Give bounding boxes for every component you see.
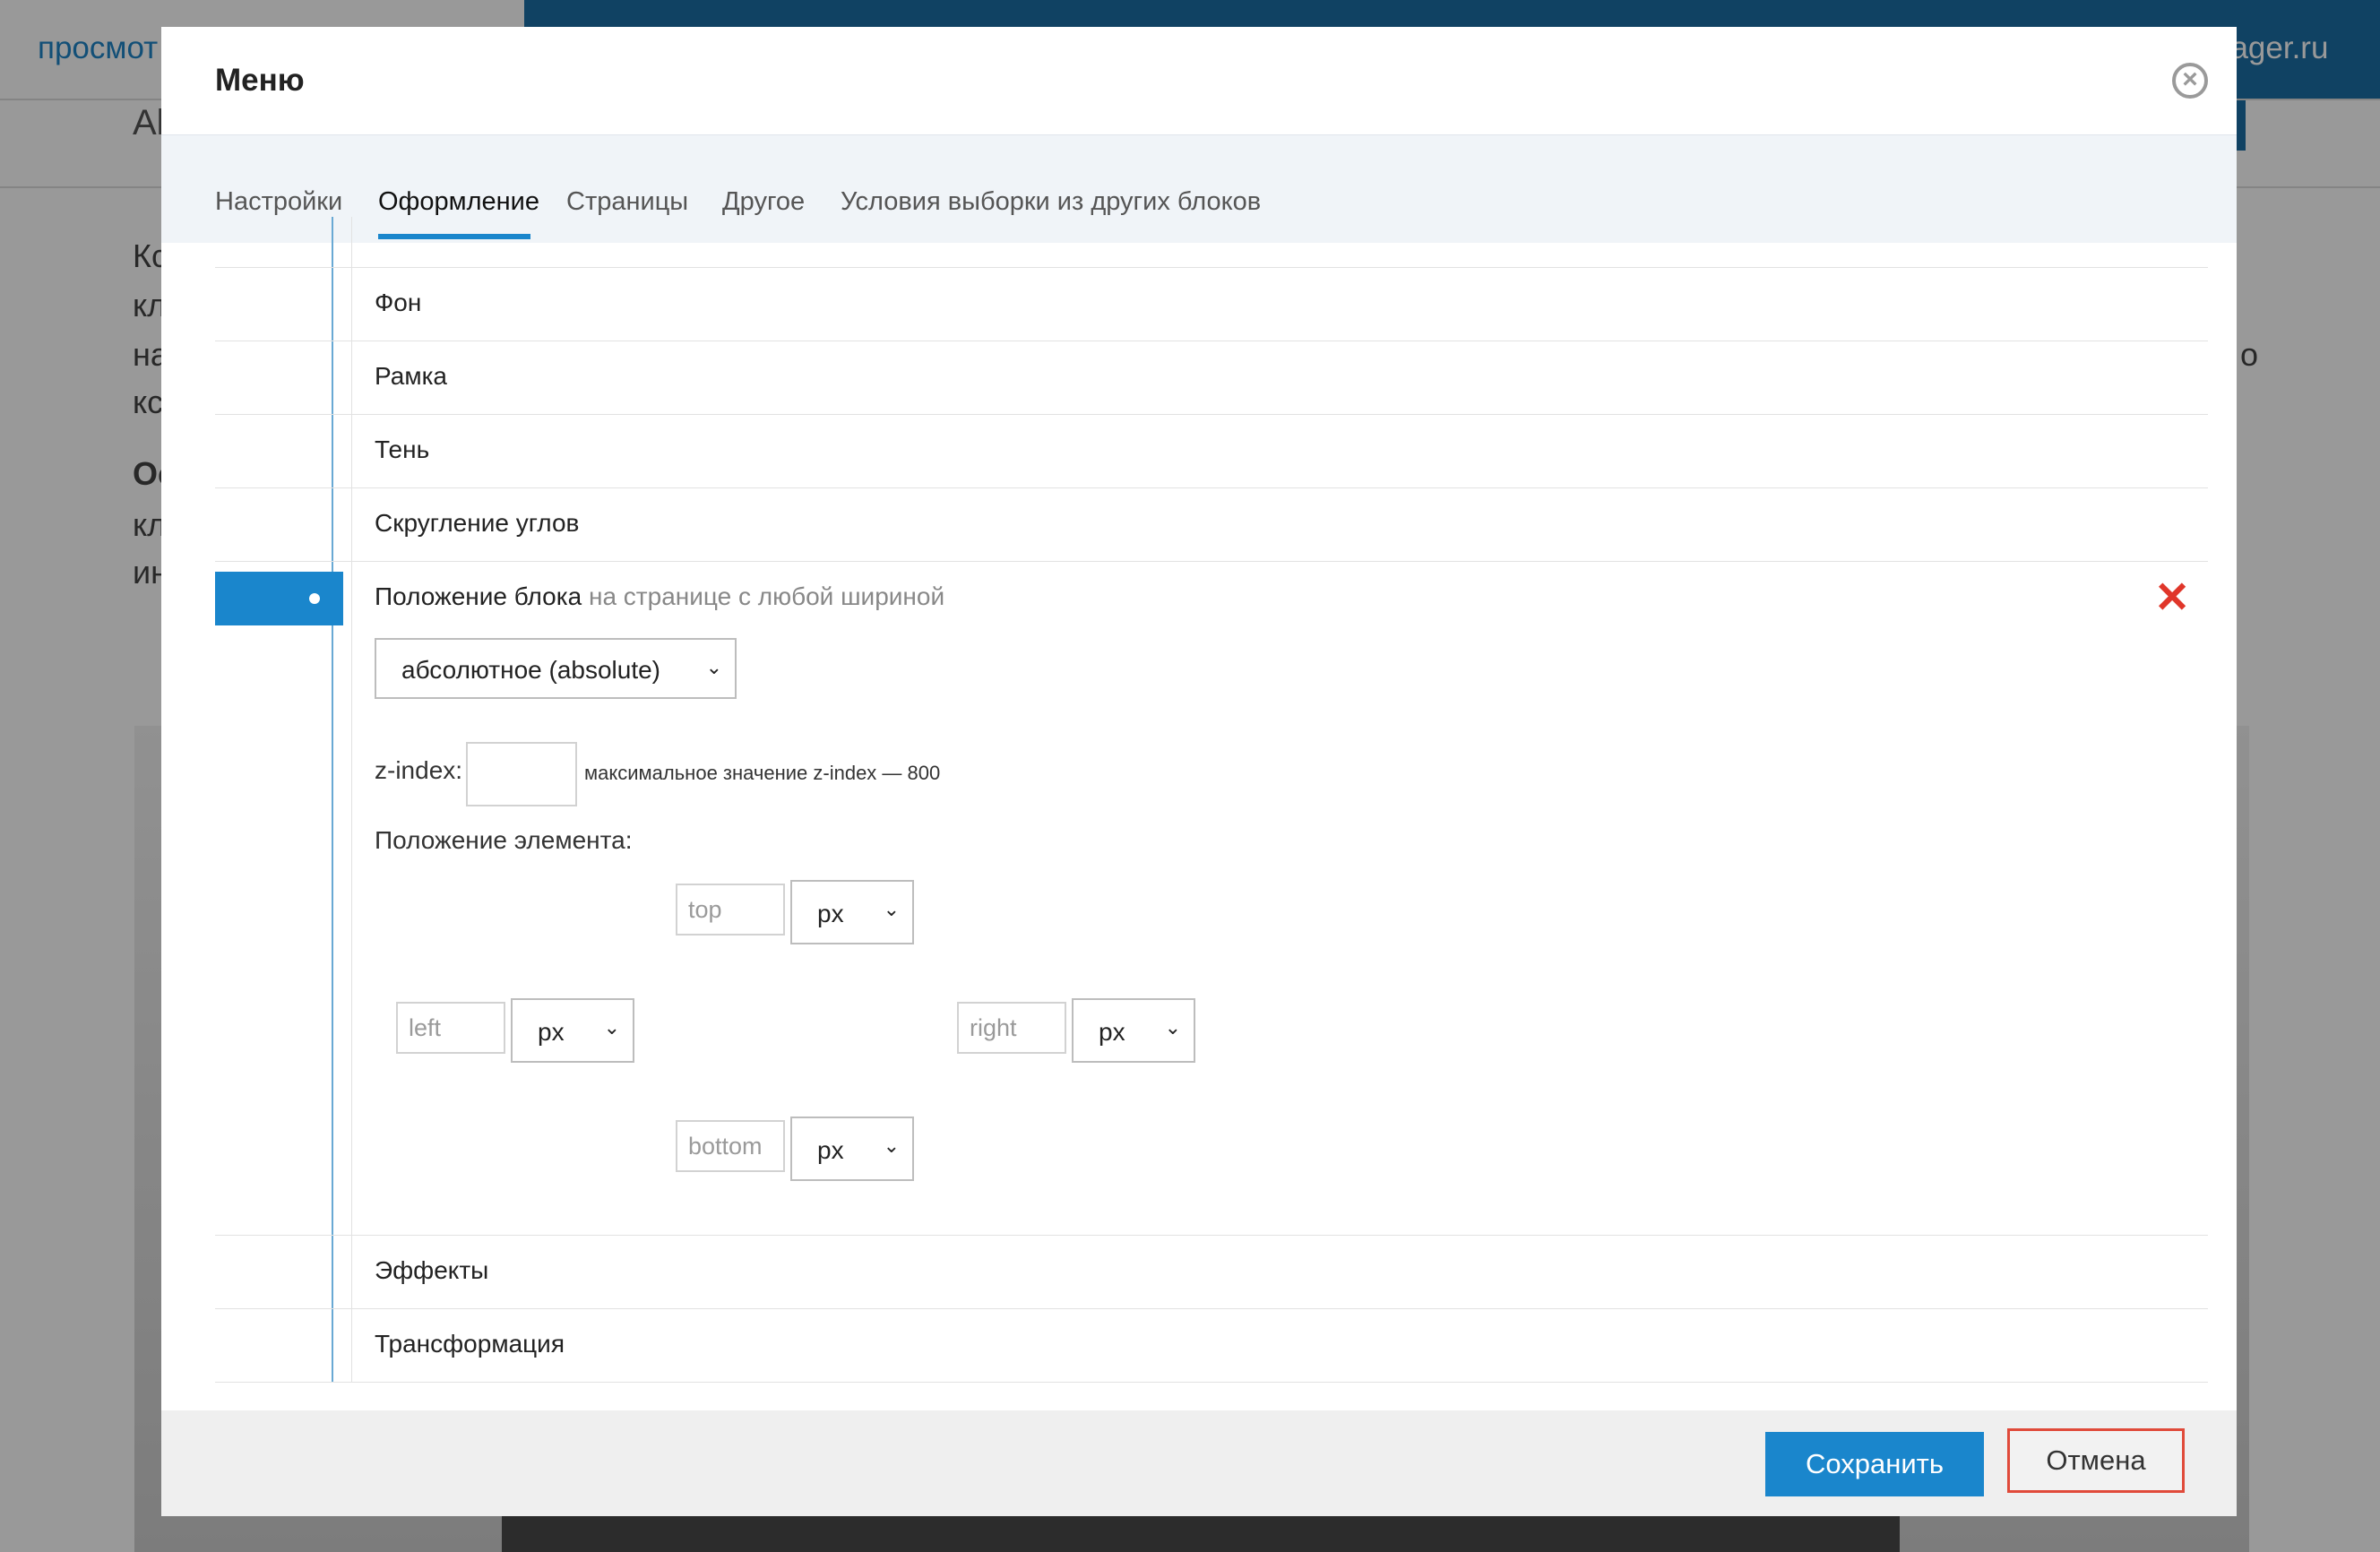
top-offset-placeholder: top	[688, 896, 722, 923]
timeline-line	[332, 217, 333, 1382]
save-button[interactable]: Сохранить	[1765, 1432, 1984, 1496]
top-offset-input[interactable]: top	[676, 884, 785, 936]
modal-title: Меню	[215, 63, 305, 98]
chevron-down-icon: ⌄	[705, 656, 722, 678]
chevron-down-icon: ⌄	[883, 1134, 900, 1157]
section-block-position-title: Положение блока	[375, 582, 582, 610]
left-offset-input[interactable]: left	[396, 1002, 505, 1054]
top-unit-value: px	[817, 900, 844, 927]
zindex-label: z-index:	[375, 756, 463, 784]
tab-design[interactable]: Оформление	[378, 187, 539, 217]
left-unit-value: px	[538, 1018, 565, 1046]
right-unit-select[interactable]: px ⌄	[1072, 998, 1195, 1063]
right-offset-input[interactable]: right	[957, 1002, 1066, 1054]
row-divider	[215, 561, 2208, 562]
element-position-label: Положение элемента:	[375, 826, 633, 854]
left-offset-placeholder: left	[409, 1014, 442, 1041]
modal-footer: Сохранить Отмена	[161, 1410, 2237, 1516]
left-unit-select[interactable]: px ⌄	[511, 998, 634, 1063]
chevron-down-icon: ⌄	[1164, 1016, 1181, 1039]
row-divider	[215, 1235, 2208, 1236]
design-sections-list: Фон Рамка Тень Скругление углов Положени…	[215, 217, 2208, 1383]
position-mode-value: абсолютное (absolute)	[401, 656, 661, 684]
row-divider	[215, 487, 2208, 488]
tab-other[interactable]: Другое	[722, 187, 805, 217]
section-shadow[interactable]: Тень	[375, 435, 429, 464]
active-section-marker	[215, 572, 343, 625]
bottom-unit-select[interactable]: px ⌄	[790, 1117, 914, 1181]
position-mode-select[interactable]: абсолютное (absolute) ⌄	[375, 638, 737, 699]
row-divider	[215, 1308, 2208, 1309]
bottom-offset-placeholder: bottom	[688, 1133, 763, 1160]
chevron-down-icon: ⌄	[603, 1016, 620, 1039]
zindex-input[interactable]	[466, 742, 577, 806]
zindex-note: максимальное значение z-index — 800	[584, 762, 941, 784]
row-divider	[215, 414, 2208, 415]
row-divider	[215, 1382, 2208, 1383]
section-block-position[interactable]: Положение блока на странице с любой шири…	[375, 582, 944, 611]
section-background[interactable]: Фон	[375, 289, 421, 317]
close-icon[interactable]: ×	[2172, 63, 2208, 99]
right-offset-placeholder: right	[970, 1014, 1017, 1041]
cancel-button[interactable]: Отмена	[2007, 1428, 2185, 1493]
tab-pages[interactable]: Страницы	[566, 187, 688, 217]
top-unit-select[interactable]: px ⌄	[790, 880, 914, 944]
section-transform[interactable]: Трансформация	[375, 1330, 565, 1358]
remove-section-icon[interactable]: ✕	[2154, 577, 2190, 620]
bottom-unit-value: px	[817, 1136, 844, 1164]
section-effects[interactable]: Эффекты	[375, 1256, 488, 1285]
section-block-position-note: на странице с любой шириной	[588, 582, 945, 610]
row-divider	[215, 267, 2208, 268]
active-section-dot	[309, 593, 320, 604]
tab-selection-conditions[interactable]: Условия выборки из других блоков	[841, 187, 1261, 217]
tab-settings[interactable]: Настройки	[215, 187, 342, 217]
gutter-separator	[351, 217, 352, 1382]
section-border[interactable]: Рамка	[375, 362, 447, 391]
right-unit-value: px	[1099, 1018, 1125, 1046]
bottom-offset-input[interactable]: bottom	[676, 1120, 785, 1172]
chevron-down-icon: ⌄	[883, 898, 900, 920]
menu-settings-modal: Меню × Настройки Оформление Страницы Дру…	[161, 27, 2237, 1516]
section-corner-rounding[interactable]: Скругление углов	[375, 509, 579, 538]
